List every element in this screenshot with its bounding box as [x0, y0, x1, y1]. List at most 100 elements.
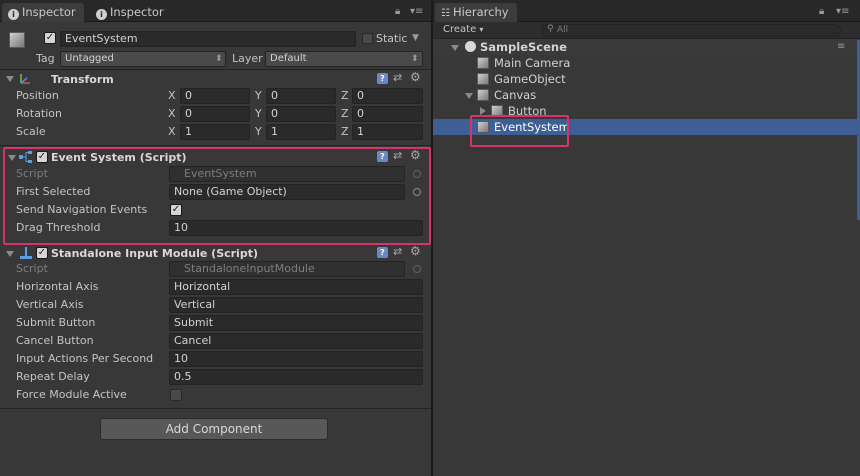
rotation-y-field[interactable]: 0: [266, 106, 336, 122]
scale-z-field[interactable]: 1: [352, 124, 423, 140]
item-label: Main Camera: [494, 56, 571, 70]
tab-hierarchy[interactable]: ☷ Hierarchy: [435, 3, 517, 22]
axis-z-label: Z: [341, 89, 349, 102]
canvas-fold-icon[interactable]: [465, 93, 473, 99]
scale-label: Scale: [16, 125, 46, 138]
inspector-tabbar: i Inspector i Inspector 🔒︎ ▾≡: [0, 0, 431, 22]
transform-fold-icon[interactable]: [6, 76, 14, 82]
divider: [0, 408, 431, 409]
rotation-z-field[interactable]: 0: [352, 106, 423, 122]
button-fold-icon[interactable]: [480, 107, 486, 115]
axis-y-label: Y: [255, 89, 262, 102]
gameobject-icon: [477, 73, 489, 85]
tag-dropdown-icon: ⬍: [215, 54, 223, 64]
axis-y-label: Y: [255, 125, 262, 138]
input-module-fold-icon[interactable]: [6, 251, 14, 257]
gameobject-icon: [477, 57, 489, 69]
axis-y-label: Y: [255, 107, 262, 120]
event-system-fold-icon[interactable]: [8, 155, 16, 161]
scale-x-field[interactable]: 1: [180, 124, 250, 140]
position-y-field[interactable]: 0: [266, 88, 336, 104]
transform-title: Transform: [51, 73, 114, 86]
force-module-checkbox[interactable]: [170, 389, 182, 401]
divider: [0, 145, 431, 146]
repeat-delay-field[interactable]: 0.5: [169, 369, 423, 385]
gear-icon[interactable]: ⚙: [410, 148, 421, 162]
drag-threshold-label: Drag Threshold: [16, 221, 101, 234]
preset-icon[interactable]: ⇄: [393, 245, 402, 258]
help-icon[interactable]: ?: [377, 151, 388, 162]
input-module-enabled-checkbox[interactable]: ✓: [36, 247, 48, 259]
item-label: GameObject: [494, 72, 566, 86]
rotation-x-field[interactable]: 0: [180, 106, 250, 122]
info-icon: i: [8, 9, 19, 20]
input-actions-field[interactable]: 10: [169, 351, 423, 367]
create-dropdown[interactable]: Create ▾: [443, 24, 483, 35]
tab-inspector-2[interactable]: i Inspector: [90, 3, 172, 22]
axis-z-label: Z: [341, 125, 349, 138]
first-selected-label: First Selected: [16, 185, 91, 198]
send-navigation-label: Send Navigation Events: [16, 203, 148, 216]
hierarchy-panel: ☷ Hierarchy 🔒︎ ▾≡ Create ▾ ⚲ All SampleSc…: [433, 0, 860, 476]
lock-icon[interactable]: 🔒︎: [819, 6, 824, 17]
send-navigation-checkbox[interactable]: ✓: [170, 204, 182, 216]
tag-dropdown[interactable]: Untagged: [60, 51, 226, 67]
hierarchy-item[interactable]: Canvas: [433, 87, 860, 103]
tab-menu-icon[interactable]: ▾≡: [836, 6, 849, 17]
input-module-icon: [19, 246, 33, 260]
add-component-button[interactable]: Add Component: [100, 418, 328, 440]
gear-icon[interactable]: ⚙: [410, 244, 421, 258]
static-checkbox[interactable]: [362, 33, 373, 44]
horizontal-axis-field[interactable]: Horizontal: [169, 279, 423, 295]
gear-icon[interactable]: ⚙: [410, 70, 421, 84]
scale-y-field[interactable]: 1: [266, 124, 336, 140]
layer-label: Layer: [232, 52, 263, 65]
static-dropdown-icon[interactable]: ▼: [412, 33, 419, 43]
cancel-button-field[interactable]: Cancel: [169, 333, 423, 349]
hierarchy-icon: ☷: [441, 8, 450, 19]
search-icon: ⚲: [547, 24, 554, 34]
lock-icon[interactable]: 🔒︎: [395, 6, 400, 17]
preset-icon[interactable]: ⇄: [393, 71, 402, 84]
hierarchy-item[interactable]: Main Camera: [433, 55, 860, 71]
gameobject-icon: [477, 89, 489, 101]
vertical-axis-field[interactable]: Vertical: [169, 297, 423, 313]
layer-dropdown-icon: ⬍: [411, 54, 419, 64]
position-z-field[interactable]: 0: [352, 88, 423, 104]
object-picker-icon: [413, 265, 421, 273]
divider: [0, 69, 431, 70]
eventsystem-highlight: [470, 115, 569, 147]
static-label: Static: [376, 32, 408, 45]
axis-x-label: X: [168, 107, 176, 120]
axis-x-label: X: [168, 125, 176, 138]
vertical-axis-label: Vertical Axis: [16, 298, 84, 311]
scene-name: SampleScene: [480, 40, 567, 54]
scene-row[interactable]: SampleScene ≡: [433, 39, 860, 55]
script-label: Script: [16, 262, 48, 275]
object-picker-icon[interactable]: [413, 188, 421, 196]
submit-button-field[interactable]: Submit: [169, 315, 423, 331]
tab-menu-icon[interactable]: ▾≡: [410, 6, 423, 17]
rotation-label: Rotation: [16, 107, 63, 120]
search-input[interactable]: ⚲ All: [541, 24, 841, 37]
event-system-title: Event System (Script): [51, 151, 187, 164]
hierarchy-item[interactable]: GameObject: [433, 71, 860, 87]
info-icon: i: [96, 9, 107, 20]
object-name-field[interactable]: EventSystem: [60, 31, 356, 47]
input-actions-label: Input Actions Per Second: [16, 352, 154, 365]
preset-icon[interactable]: ⇄: [393, 149, 402, 162]
scene-fold-icon[interactable]: [451, 45, 459, 51]
help-icon[interactable]: ?: [377, 247, 388, 258]
script-label: Script: [16, 167, 48, 180]
help-icon[interactable]: ?: [377, 73, 388, 84]
cancel-button-label: Cancel Button: [16, 334, 94, 347]
position-x-field[interactable]: 0: [180, 88, 250, 104]
tab-inspector-1[interactable]: i Inspector: [2, 3, 84, 22]
scene-menu-icon[interactable]: ≡: [837, 41, 845, 52]
event-system-enabled-checkbox[interactable]: ✓: [36, 151, 48, 163]
layer-dropdown[interactable]: Default: [265, 51, 423, 67]
drag-threshold-field[interactable]: 10: [169, 220, 423, 236]
active-checkbox[interactable]: ✓: [44, 32, 56, 44]
first-selected-field[interactable]: None (Game Object): [169, 184, 405, 200]
position-label: Position: [16, 89, 59, 102]
